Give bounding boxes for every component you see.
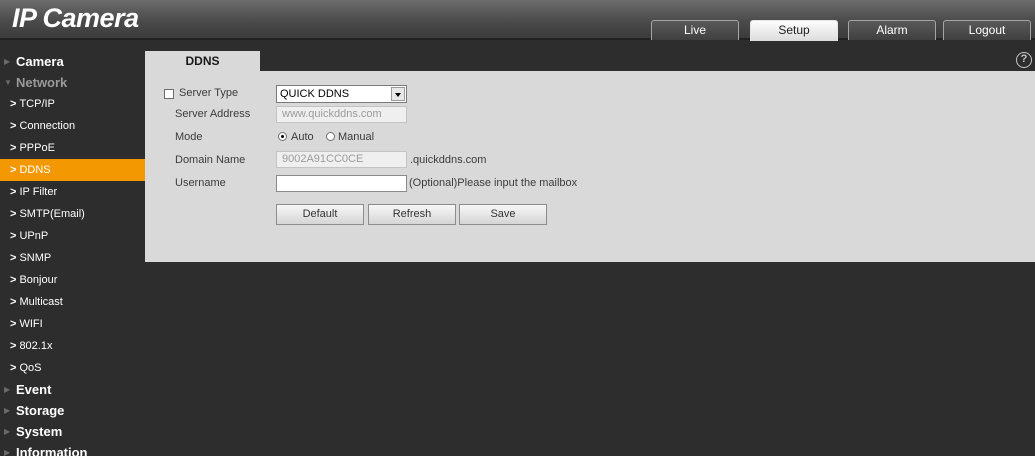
collapsed-arrow-icon: ▶ [4,448,11,456]
logo-camera-text: Camera [42,3,140,33]
server-address-label: Server Address [175,108,251,120]
chevron-right-icon: > [10,362,17,374]
chevron-right-icon: > [10,252,17,264]
sidebar-item-label: SNMP [19,252,52,264]
expanded-arrow-icon: ▼ [4,78,12,87]
sidebar-item-smtp[interactable]: > SMTP(Email) [0,203,145,225]
tab-ddns[interactable]: DDNS [145,51,260,71]
sidebar-item-label: WIFI [19,318,43,330]
default-button[interactable]: Default [276,204,364,225]
domain-name-label: Domain Name [175,154,246,166]
username-input[interactable] [276,175,407,192]
domain-name-field[interactable]: 9002A91CC0CE [276,151,407,168]
server-type-value: QUICK DDNS [280,88,350,100]
server-type-checkbox[interactable] [164,89,174,99]
sidebar-item-label: Multicast [19,296,63,308]
sidebar-item-network[interactable]: ▼ Network [0,72,145,93]
sidebar-item-label: IP Filter [19,186,58,198]
mode-auto-label: Auto [291,131,314,143]
tab-setup[interactable]: Setup [750,20,838,41]
chevron-right-icon: > [10,98,17,110]
sidebar-item-label: Network [16,75,68,90]
collapsed-arrow-icon: ▶ [4,385,11,394]
sidebar-item-tcpip[interactable]: > TCP/IP [0,93,145,115]
sidebar-item-wifi[interactable]: > WIFI [0,313,145,335]
sidebar-item-connection[interactable]: > Connection [0,115,145,137]
chevron-right-icon: > [10,340,17,352]
ddns-settings-panel: DDNS ? Server Type QUICK DDNS Server Add… [145,51,1035,262]
chevron-right-icon: > [10,318,17,330]
sidebar-item-multicast[interactable]: > Multicast [0,291,145,313]
chevron-right-icon: > [10,142,17,154]
sidebar-item-label: UPnP [19,230,49,242]
sidebar-item-label: DDNS [19,164,51,176]
sidebar-item-system[interactable]: ▶ System [0,421,145,442]
mode-manual-radio[interactable] [326,132,335,141]
sidebar-item-upnp[interactable]: > UPnP [0,225,145,247]
sidebar-menu: ▶ Camera ▼ Network > TCP/IP > Connection >… [0,51,145,456]
sidebar-item-ddns[interactable]: > DDNS [0,159,145,181]
collapsed-arrow-icon: ▶ [4,57,11,66]
sidebar-item-label: 802.1x [19,340,53,352]
sidebar-item-label: Event [16,382,52,397]
sidebar-item-label: Connection [19,120,76,132]
sidebar-item-event[interactable]: ▶ Event [0,379,145,400]
content-tab-bar: DDNS ? [145,51,1035,71]
tab-alarm[interactable]: Alarm [848,20,936,40]
chevron-right-icon: > [10,164,17,176]
sidebar-item-snmp[interactable]: > SNMP [0,247,145,269]
sidebar-item-label: Storage [16,403,65,418]
sidebar-item-label: System [16,424,63,439]
logo-ip-text: IP [12,3,36,33]
server-type-label: Server Type [179,87,239,99]
sidebar-item-storage[interactable]: ▶ Storage [0,400,145,421]
sidebar-item-label: SMTP(Email) [19,208,85,220]
username-label: Username [175,177,226,189]
refresh-button[interactable]: Refresh [368,204,456,225]
sidebar-item-label: Bonjour [19,274,58,286]
mode-manual-label: Manual [338,131,375,143]
sidebar-item-label: Information [16,445,88,456]
sidebar-item-qos[interactable]: > QoS [0,357,145,379]
ip-camera-app: IP Camera Live Setup Alarm Logout ▶ Came… [0,0,1035,456]
tab-logout[interactable]: Logout [943,20,1031,40]
header-bar: IP Camera Live Setup Alarm Logout [0,0,1035,41]
sidebar-item-label: PPPoE [19,142,55,154]
chevron-right-icon: > [10,186,17,198]
chevron-right-icon: > [10,296,17,308]
server-address-field[interactable]: www.quickddns.com [276,106,407,123]
sidebar-item-bonjour[interactable]: > Bonjour [0,269,145,291]
username-hint: (Optional)Please input the mailbox [409,177,578,189]
mode-auto-radio[interactable] [278,132,287,141]
save-button[interactable]: Save [459,204,547,225]
tab-live[interactable]: Live [651,20,739,40]
chevron-right-icon: > [10,208,17,220]
sidebar-item-ip-filter[interactable]: > IP Filter [0,181,145,203]
server-type-select[interactable]: QUICK DDNS [276,85,407,103]
sidebar-item-label: Camera [16,54,64,69]
sidebar-item-label: QoS [19,362,42,374]
sidebar-item-8021x[interactable]: >802.1x [0,335,145,357]
collapsed-arrow-icon: ▶ [4,427,11,436]
chevron-down-icon[interactable] [391,87,405,101]
chevron-right-icon: > [10,230,17,242]
collapsed-arrow-icon: ▶ [4,406,11,415]
mode-label: Mode [175,131,203,143]
sidebar-item-label: TCP/IP [19,98,55,110]
ip-camera-logo: IP Camera [12,3,139,33]
sidebar-item-information[interactable]: ▶ Information [0,442,145,456]
domain-suffix-text: .quickddns.com [410,154,487,166]
help-icon[interactable]: ? [1016,52,1032,68]
chevron-right-icon: > [10,274,17,286]
sidebar-item-pppoe[interactable]: > PPPoE [0,137,145,159]
chevron-right-icon: > [10,120,17,132]
sidebar-item-camera[interactable]: ▶ Camera [0,51,145,72]
